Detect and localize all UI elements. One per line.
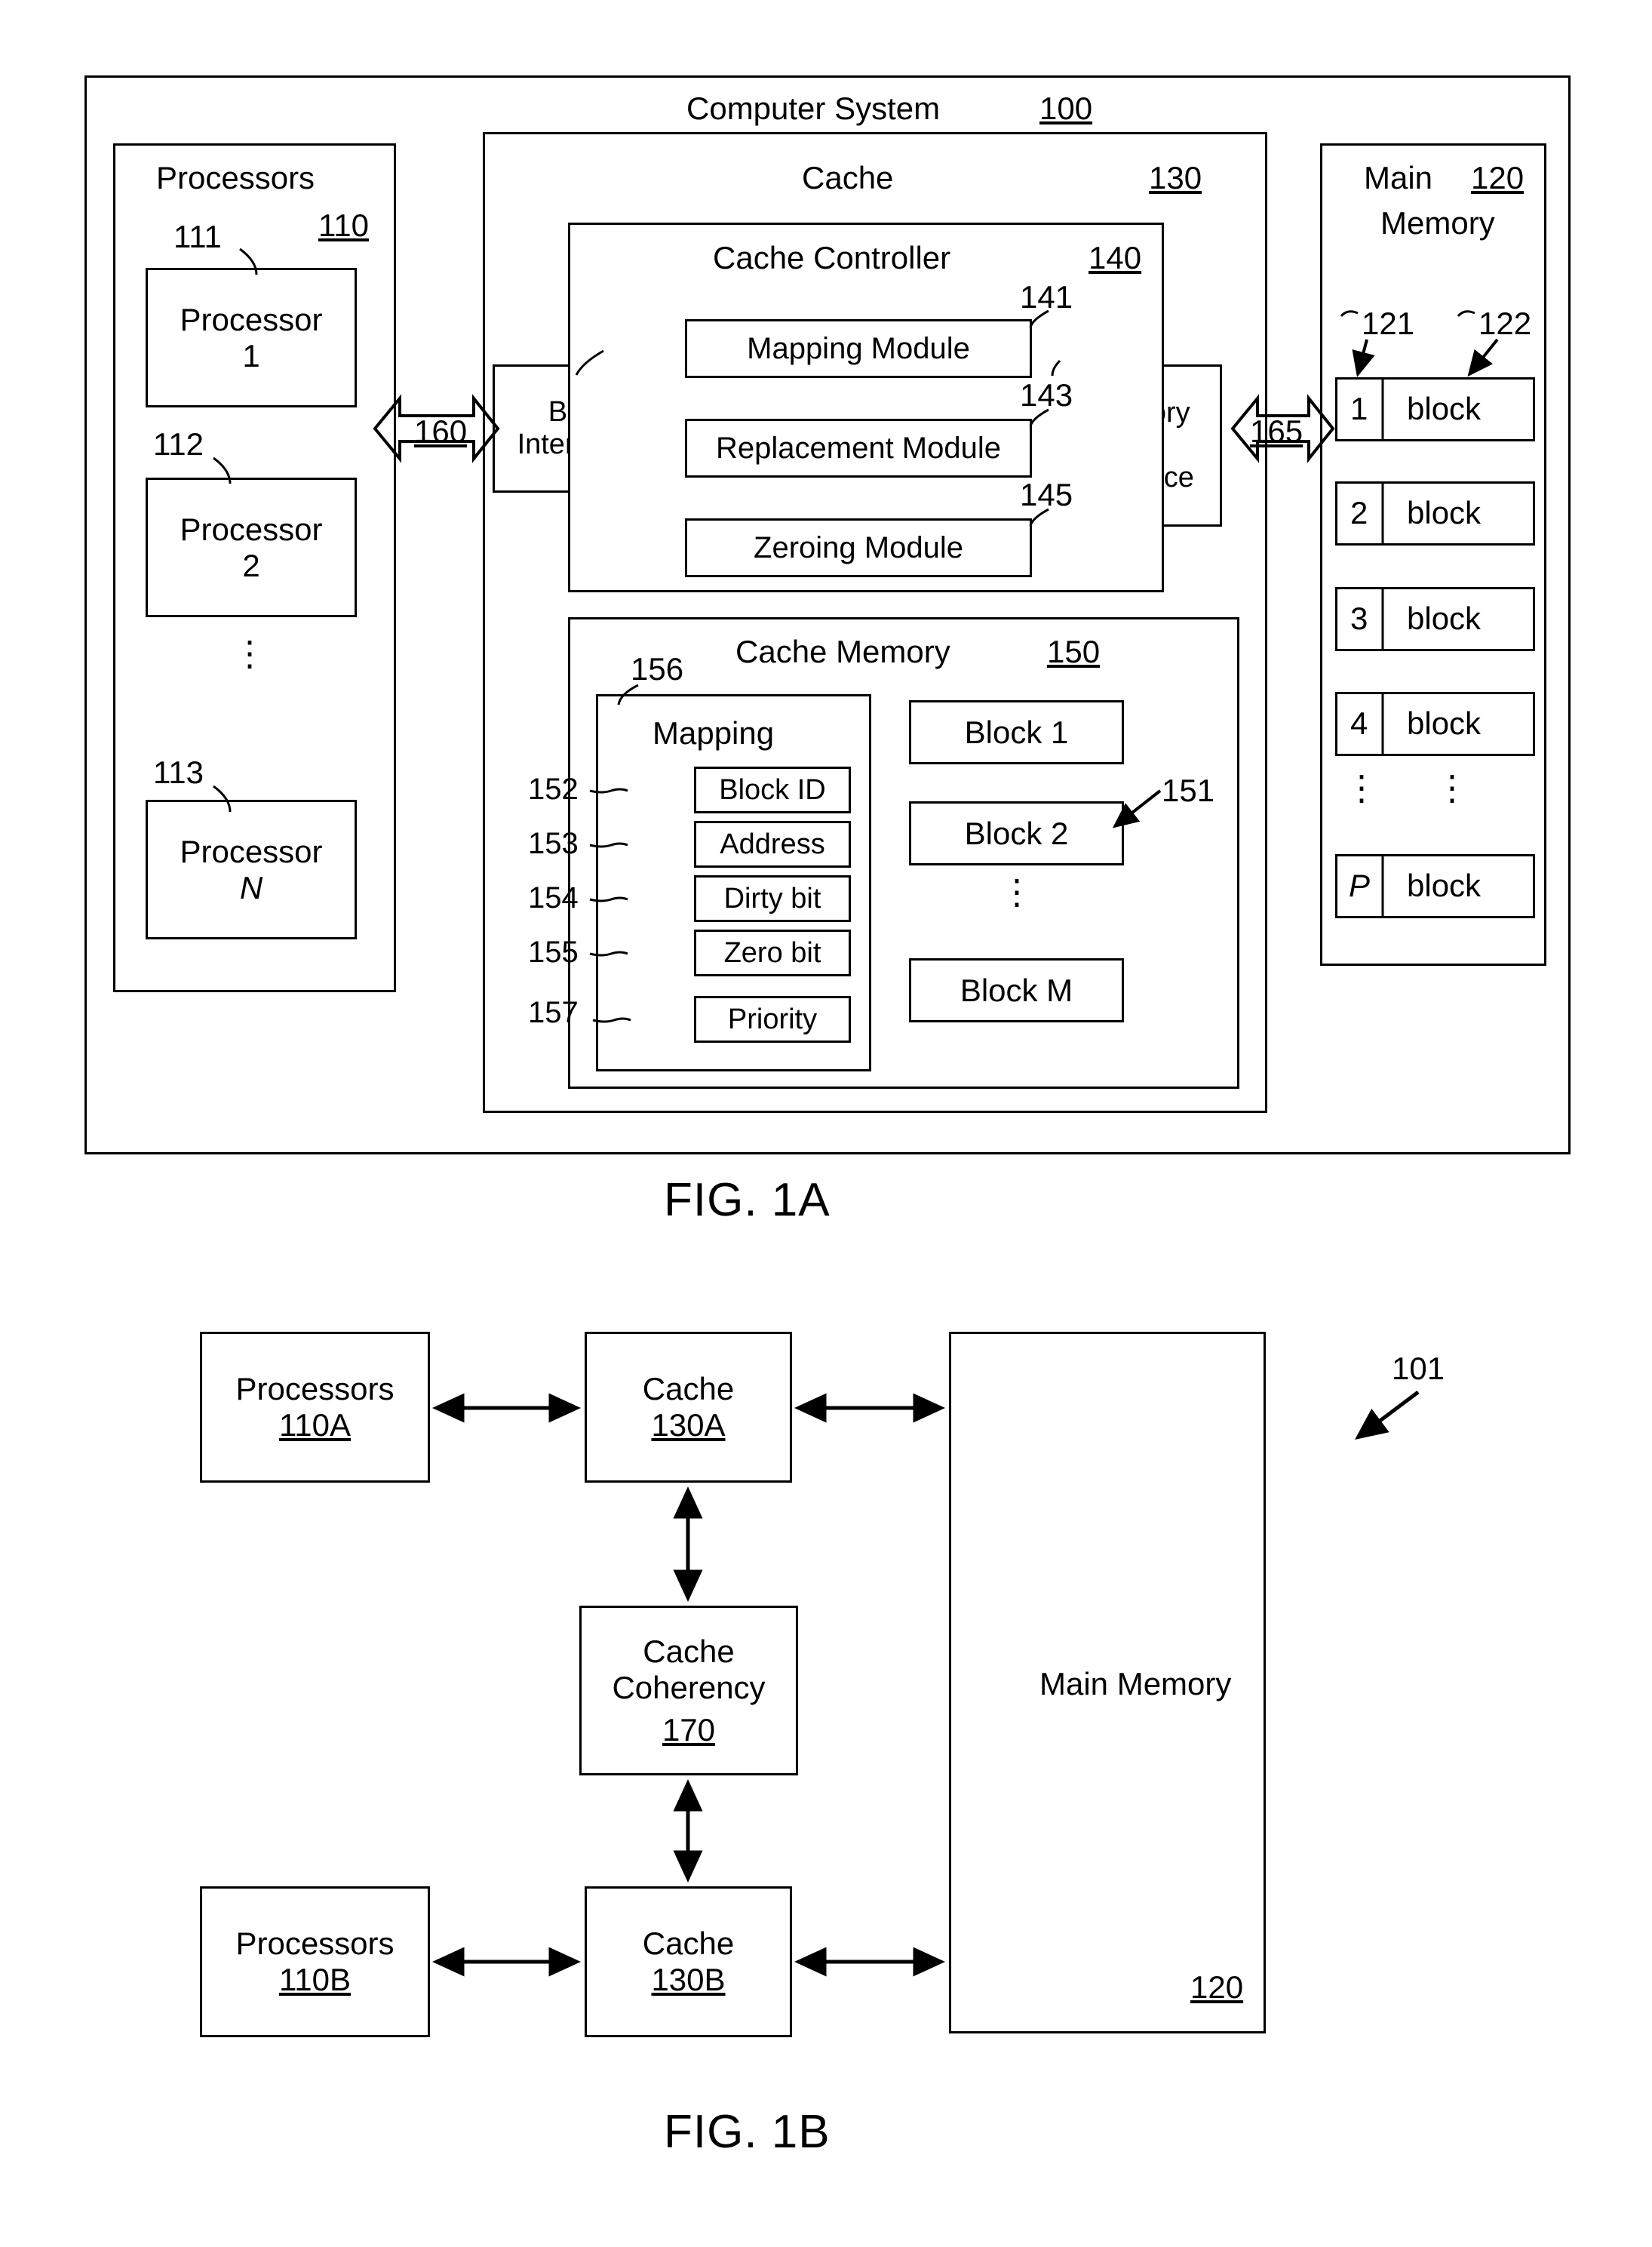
processor-1-label: Processor <box>180 301 323 337</box>
fig1b-cache-b-box: Cache 130B <box>585 1886 792 2037</box>
mapping-field-priority-label: Priority <box>727 1003 818 1035</box>
fig1b-cache-b-label: Cache <box>642 1926 735 1961</box>
cache-controller-title: Cache Controller <box>713 240 951 275</box>
mapping-field-block-id-box: Block ID <box>694 767 851 813</box>
main-memory-ref: 120 <box>1471 160 1525 195</box>
fig1b-cache-b-ref: 130B <box>651 1962 726 1997</box>
mapping-field-dirty-bit-label: Dirty bit <box>723 882 821 914</box>
processor-2-label: Processor <box>180 511 323 547</box>
zeroing-module-box: Zeroing Module <box>685 518 1032 577</box>
fig1b-cache-coherency-line2: Coherency <box>612 1669 766 1705</box>
processor-1-box: Processor 1 <box>146 268 357 407</box>
processors-ref: 110 <box>318 207 369 243</box>
mapping-field-zero-bit-ref: 155 <box>528 936 579 969</box>
mapping-field-dirty-bit-box: Dirty bit <box>694 875 851 922</box>
zeroing-module-label: Zeroing Module <box>754 530 963 564</box>
fig1b-cache-a-ref: 130A <box>651 1407 726 1443</box>
mapping-module-ref: 141 <box>1020 279 1073 315</box>
cache-block-m-box: Block M <box>909 958 1124 1022</box>
fig1b-cache-a-label: Cache <box>642 1371 735 1406</box>
processors-title: Processors <box>156 160 315 195</box>
fig1b-processors-b-label: Processors <box>235 1926 395 1961</box>
main-memory-index-ellipsis: ⋮ <box>1344 768 1379 807</box>
main-memory-row-1-index: 1 <box>1350 391 1368 426</box>
computer-system-ref: 100 <box>1039 91 1093 126</box>
main-memory-row-2-index: 2 <box>1350 495 1368 530</box>
processors-ellipsis: ⋮ <box>232 634 267 673</box>
fig1b-main-memory-ref: 120 <box>1190 1969 1244 2005</box>
processor-2-ref: 112 <box>153 426 204 462</box>
bus-165-ref: 165 <box>1250 413 1303 449</box>
fig1b-processors-a-label: Processors <box>235 1371 395 1406</box>
fig1b-cache-a-box: Cache 130A <box>585 1332 792 1483</box>
mapping-field-dirty-bit-ref: 154 <box>528 881 579 914</box>
mapping-field-address-box: Address <box>694 821 851 868</box>
processor-n-index: N <box>239 869 263 905</box>
fig1b-processors-b-box: Processors 110B <box>200 1886 430 2037</box>
fig1b-processors-a-box: Processors 110A <box>200 1332 430 1483</box>
main-memory-title-line2: Memory <box>1380 205 1495 241</box>
fig1b-ref-101: 101 <box>1392 1351 1445 1386</box>
replacement-module-ref: 143 <box>1020 377 1073 413</box>
fig1b-cache-coherency-box: Cache Coherency 170 <box>579 1606 798 1775</box>
bus-160-ref: 160 <box>414 413 468 449</box>
fig-1a-caption: FIG. 1A <box>664 1174 831 1226</box>
cache-controller-ref: 140 <box>1089 240 1142 275</box>
cache-block-2-box: Block 2 <box>909 801 1124 865</box>
processor-2-box: Processor 2 <box>146 478 357 617</box>
cache-memory-title: Cache Memory <box>735 634 950 669</box>
processor-2-index: 2 <box>242 547 260 583</box>
mapping-field-zero-bit-box: Zero bit <box>694 930 851 976</box>
main-memory-row-p-label: block <box>1407 868 1482 903</box>
computer-system-title: Computer System <box>686 91 941 126</box>
main-memory-row-3-label: block <box>1407 601 1482 636</box>
fig1b-main-memory-label: Main Memory <box>1039 1666 1232 1701</box>
mapping-field-zero-bit-label: Zero bit <box>723 936 821 969</box>
main-memory-row-4-label: block <box>1407 705 1482 741</box>
processor-n-box: Processor N <box>146 800 357 939</box>
main-memory-title-line1: Main <box>1364 160 1433 195</box>
cache-blocks-ref: 151 <box>1162 773 1215 808</box>
fig-1b-caption: FIG. 1B <box>664 2106 831 2158</box>
cache-title: Cache <box>802 160 894 195</box>
zeroing-module-ref: 145 <box>1020 477 1073 512</box>
processor-1-ref: 111 <box>173 219 222 254</box>
mapping-field-address-label: Address <box>720 828 825 860</box>
main-memory-row-1-label: block <box>1407 391 1482 426</box>
cache-block-2-label: Block 2 <box>964 815 1069 851</box>
mapping-field-priority-ref: 157 <box>528 996 579 1029</box>
processor-1-index: 1 <box>242 337 260 373</box>
main-memory-row-3-index: 3 <box>1350 601 1368 636</box>
mapping-field-block-id-ref: 152 <box>528 773 579 806</box>
main-memory-row-2-label: block <box>1407 495 1482 530</box>
fig1b-processors-a-ref: 110A <box>279 1407 351 1443</box>
main-memory-index-col-ref: 121 <box>1362 306 1415 341</box>
mapping-field-priority-box: Priority <box>694 996 851 1043</box>
main-memory-block-ellipsis: ⋮ <box>1435 768 1469 807</box>
fig1b-processors-b-ref: 110B <box>279 1962 351 1997</box>
cache-memory-ref: 150 <box>1047 634 1101 669</box>
fig1b-cache-coherency-ref: 170 <box>662 1711 716 1747</box>
main-memory-block-col-ref: 122 <box>1479 306 1532 341</box>
processor-n-label: Processor <box>180 833 323 869</box>
cache-ref: 130 <box>1149 160 1202 195</box>
mapping-title: Mapping <box>653 715 775 751</box>
cache-block-1-box: Block 1 <box>909 700 1124 764</box>
mapping-field-address-ref: 153 <box>528 827 579 860</box>
mapping-field-block-id-label: Block ID <box>719 773 826 806</box>
main-memory-row-p-index: P <box>1349 868 1371 903</box>
mapping-module-label: Mapping Module <box>747 331 970 365</box>
mapping-ref: 156 <box>631 651 684 687</box>
main-memory-row-4-index: 4 <box>1350 705 1368 741</box>
cache-block-m-label: Block M <box>960 972 1073 1008</box>
main-memory-box <box>1320 143 1546 966</box>
cache-block-1-label: Block 1 <box>964 714 1069 750</box>
mapping-module-box: Mapping Module <box>685 319 1032 378</box>
fig1b-cache-coherency-line1: Cache <box>643 1633 735 1669</box>
replacement-module-box: Replacement Module <box>685 419 1032 478</box>
replacement-module-label: Replacement Module <box>716 431 1001 465</box>
processor-n-ref: 113 <box>153 755 204 790</box>
cache-blocks-ellipsis: ⋮ <box>999 872 1034 911</box>
